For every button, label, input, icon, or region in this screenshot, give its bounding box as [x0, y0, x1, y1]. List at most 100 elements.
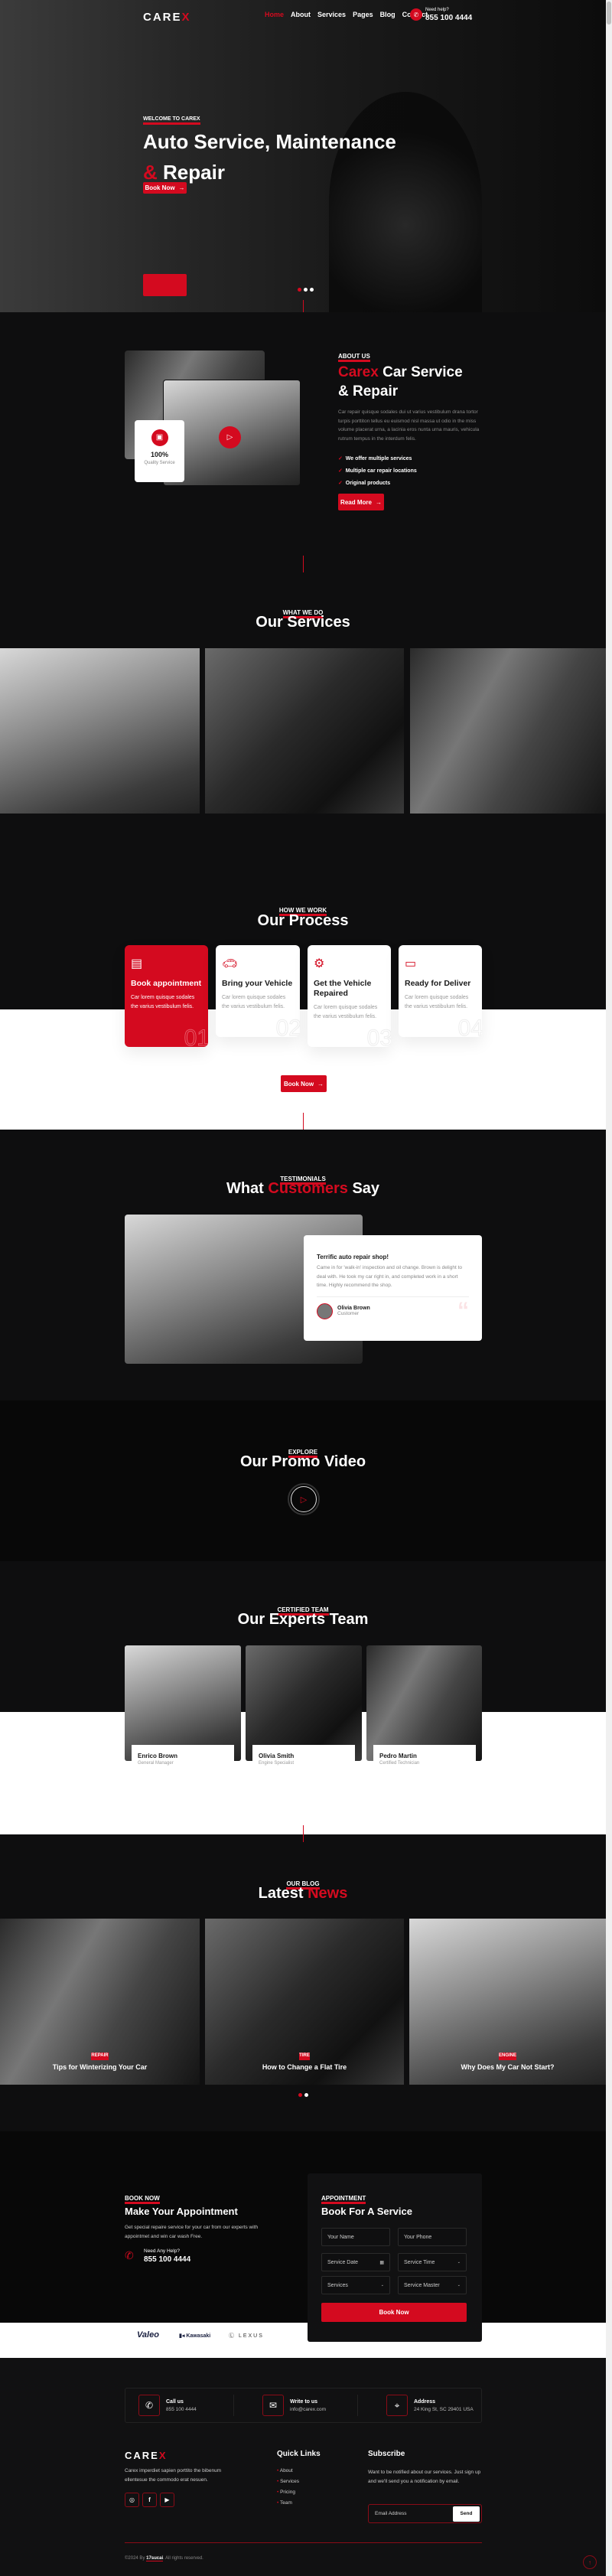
appointment-text: Get special repaire service for your car…	[125, 2225, 259, 2239]
phone-input[interactable]: Your Phone	[398, 2228, 467, 2246]
footer-link-team[interactable]: • Team	[277, 2498, 299, 2509]
footer-logo[interactable]: CAREX	[125, 2450, 168, 2461]
hero-book-button[interactable]	[143, 274, 187, 296]
services-select[interactable]: Services ⌄	[321, 2276, 390, 2294]
check-icon: ✓	[338, 456, 343, 461]
email-input[interactable]: Email Address	[370, 2511, 407, 2516]
help-label: Need Any Help?	[144, 2248, 180, 2254]
testimonials-title: What Customers Say	[226, 1180, 380, 1197]
promo-section: EXPLORE Our Promo Video ▷	[0, 1400, 606, 1561]
copyright: ©2024 By 17sucai. All rights reserved.	[125, 2556, 203, 2561]
youtube-icon[interactable]: ▶	[160, 2493, 174, 2507]
feature-item: ✓ Original products	[338, 481, 391, 486]
brand-logo-kawasaki: ▮◂ Kawasaki	[179, 2333, 211, 2339]
news-card[interactable]: ENGINE Why Does My Car Not Start?	[409, 1919, 606, 2085]
whatsapp-icon[interactable]: ◎	[125, 2493, 139, 2507]
quality-badge: ▣ 100% Quality Service	[135, 420, 184, 482]
slider-dot[interactable]	[304, 288, 308, 292]
help-label: Need help?	[425, 8, 449, 12]
play-video-button[interactable]: ▷	[219, 426, 241, 448]
nav-home[interactable]: Home	[265, 11, 284, 18]
contact-address: ⌖ Address 24 King St, SC 29401 USA	[358, 2395, 481, 2416]
back-to-top-button[interactable]: ↑	[583, 2555, 597, 2569]
phone-icon: ✆	[410, 8, 422, 21]
appointment-phone[interactable]: 855 100 4444	[144, 2255, 190, 2264]
brand-logo-valeo: Valeo	[137, 2330, 159, 2340]
slider-dot-active[interactable]	[298, 2093, 302, 2097]
scrollbar[interactable]	[606, 0, 612, 2576]
news-card[interactable]: REPAIR Tips for Winterizing Your Car	[0, 1919, 200, 2085]
team-section: CERTIFIED TEAM Our Experts Team Enrico B…	[0, 1561, 606, 1834]
nav-pages[interactable]: Pages	[353, 11, 373, 18]
car-gear-icon: ⚙	[314, 957, 325, 970]
contact-email[interactable]: ✉ Write to us info@carex.com	[234, 2395, 358, 2416]
quick-links-title: Quick Links	[277, 2450, 321, 2458]
arrow-right-icon: →	[375, 498, 382, 506]
logo[interactable]: CAREX	[143, 11, 191, 24]
news-card[interactable]: TIRE How to Change a Flat Tire	[205, 1919, 404, 2085]
service-time-select[interactable]: Service Time ⌄	[398, 2253, 467, 2271]
footer-link-services[interactable]: • Services	[277, 2477, 299, 2487]
process-step-4: ▭ Ready for Deliver Car lorem quisque sod…	[399, 945, 482, 1037]
news-slider-dots	[298, 2093, 308, 2097]
team-member-card[interactable]: Enrico Brown General Manager	[132, 1745, 234, 1775]
hero-image-tire	[329, 92, 482, 312]
social-links: ◎ f ▶	[125, 2493, 174, 2507]
team-member-card[interactable]: Pedro Martin Certified Technician	[373, 1745, 476, 1775]
appointment-section: BOOK NOW Make Your Appointment Get speci…	[0, 2131, 606, 2323]
team-photo	[125, 1645, 241, 1761]
chevron-down-icon: ⌄	[380, 2283, 384, 2287]
divider	[125, 2542, 482, 2543]
facebook-icon[interactable]: f	[142, 2493, 157, 2507]
team-photo	[366, 1645, 482, 1761]
nav-blog[interactable]: Blog	[380, 11, 396, 18]
service-master-select[interactable]: Service Master ⌄	[398, 2276, 467, 2294]
map-icon: ⌖	[386, 2395, 408, 2416]
contact-call: ✆ Call us 855 100 4444	[125, 2395, 234, 2416]
certificate-icon: ▣	[151, 429, 168, 446]
appointment-title: Make Your Appointment	[125, 2206, 238, 2217]
service-image-engine[interactable]	[410, 648, 606, 814]
form-book-now-button[interactable]: Book Now	[321, 2303, 467, 2322]
name-input[interactable]: Your Name	[321, 2228, 390, 2246]
feature-item: ✓ We offer multiple services	[338, 456, 412, 461]
about-text: Car repair quisque sodales dui ut varius…	[338, 409, 480, 442]
slider-dot-active[interactable]	[298, 288, 301, 292]
hero-book-now-button[interactable]: Book Now →	[143, 182, 187, 194]
booking-form: APPOINTMENT Book For A Service Your Name…	[308, 2173, 482, 2342]
booking-icon: ▤	[131, 957, 143, 970]
mail-icon: ✉	[262, 2395, 284, 2416]
header-phone[interactable]: 855 100 4444	[425, 14, 472, 22]
team-member-card[interactable]: Olivia Smith Engine Specialist	[252, 1745, 355, 1775]
quote-icon: “	[457, 1298, 469, 1323]
team-photo	[246, 1645, 362, 1761]
testimonial-card: Terrific auto repair shop! Came in for '…	[304, 1235, 482, 1341]
service-image-tire[interactable]	[0, 648, 200, 814]
service-image-oil[interactable]	[205, 648, 404, 814]
hero: CAREX Home About Services Pages Blog Con…	[0, 0, 606, 312]
service-date-input[interactable]: Service Date ▦	[321, 2253, 390, 2271]
chevron-down-icon: ⌄	[457, 2283, 461, 2287]
process-title: Our Process	[257, 912, 349, 929]
footer-link-pricing[interactable]: • Pricing	[277, 2487, 299, 2498]
footer-link-about[interactable]: • About	[277, 2466, 299, 2477]
form-title: Book For A Service	[321, 2206, 412, 2217]
process-book-now-button[interactable]: Book Now →	[281, 1075, 327, 1092]
play-video-button[interactable]: ▷	[288, 1483, 320, 1515]
read-more-button[interactable]: Read More →	[338, 494, 384, 510]
main-nav: Home About Services Pages Blog Contact	[265, 11, 435, 18]
process-step-3: ⚙ Get the Vehicle Repaired Car lorem quis…	[308, 945, 391, 1047]
about-title: Carex Car Service & Repair	[338, 364, 463, 399]
services-title: Our Services	[256, 614, 350, 631]
certificate-icon: ▭	[405, 957, 417, 970]
slider-dot[interactable]	[310, 288, 314, 292]
slider-dot[interactable]	[304, 2093, 308, 2097]
send-button[interactable]: Send	[453, 2506, 480, 2522]
calendar-icon: ▦	[379, 2260, 384, 2265]
nav-about[interactable]: About	[291, 11, 311, 18]
hero-slider-dots	[298, 288, 314, 292]
copyright-link[interactable]: 17sucai	[146, 2556, 164, 2561]
nav-services[interactable]: Services	[317, 11, 346, 18]
brands-strip: Valeo ▮◂ Kawasaki Ⓛ LEXUS	[0, 2323, 606, 2358]
phone-icon: ✆	[138, 2395, 160, 2416]
